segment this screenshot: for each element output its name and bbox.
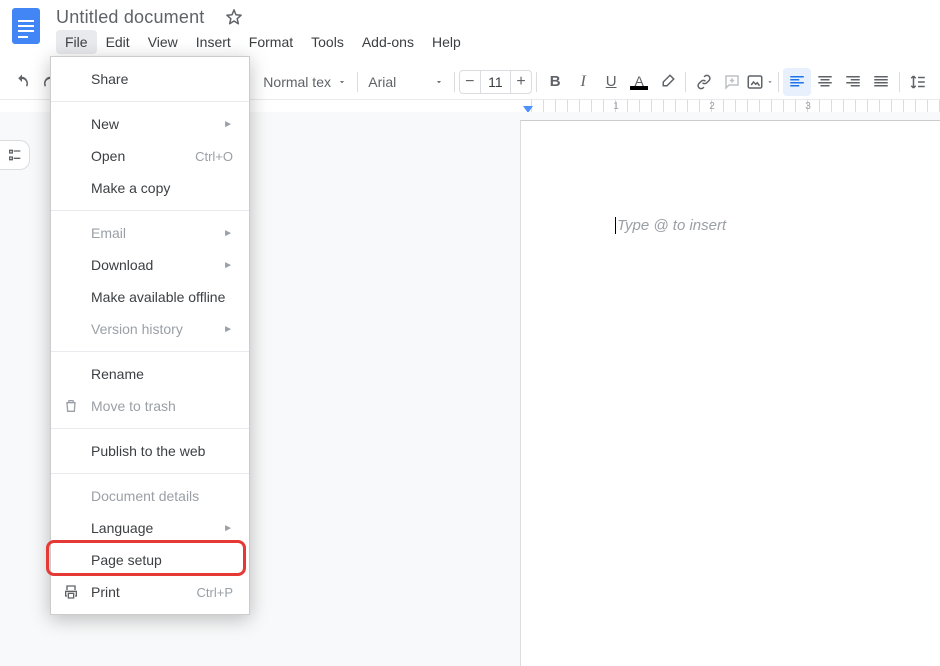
ruler-number: 1 bbox=[613, 101, 619, 112]
paragraph-style-dropdown[interactable]: Normal text bbox=[257, 68, 353, 96]
submenu-arrow-icon: ► bbox=[223, 324, 233, 335]
menu-view[interactable]: View bbox=[139, 30, 187, 54]
submenu-arrow-icon: ► bbox=[223, 260, 233, 271]
outline-icon bbox=[7, 147, 23, 163]
submenu-arrow-icon: ► bbox=[223, 119, 233, 130]
ruler-number: 2 bbox=[709, 101, 715, 112]
align-center-button[interactable] bbox=[811, 68, 839, 96]
menu-separator bbox=[51, 351, 249, 352]
chevron-down-icon bbox=[434, 77, 444, 87]
menu-item-shortcut: Ctrl+P bbox=[197, 585, 233, 600]
menu-separator bbox=[51, 473, 249, 474]
italic-button[interactable]: I bbox=[569, 68, 597, 96]
file-menu-item-version-history: Version history ► bbox=[51, 313, 249, 345]
chevron-down-icon bbox=[337, 77, 347, 87]
font-size-control: − 11 + bbox=[459, 70, 533, 94]
menu-edit[interactable]: Edit bbox=[97, 30, 139, 54]
menu-item-label: Make available offline bbox=[91, 289, 225, 305]
menu-tools[interactable]: Tools bbox=[302, 30, 353, 54]
file-menu-item-share[interactable]: Share bbox=[51, 63, 249, 95]
submenu-arrow-icon: ► bbox=[223, 523, 233, 534]
menu-item-label: Rename bbox=[91, 366, 144, 382]
font-size-value[interactable]: 11 bbox=[481, 74, 510, 90]
undo-icon[interactable] bbox=[8, 68, 36, 96]
underline-button[interactable]: U bbox=[597, 68, 625, 96]
file-menu-item-rename[interactable]: Rename bbox=[51, 358, 249, 390]
menu-item-label: Publish to the web bbox=[91, 443, 205, 459]
menu-item-label: Open bbox=[91, 148, 125, 164]
align-justify-button[interactable] bbox=[867, 68, 895, 96]
outline-side-tab[interactable] bbox=[0, 140, 30, 170]
menu-item-label: Language bbox=[91, 520, 153, 536]
align-left-button[interactable] bbox=[783, 68, 811, 96]
file-menu-item-document-details: Document details bbox=[51, 480, 249, 512]
print-icon bbox=[63, 584, 79, 600]
file-menu-item-language[interactable]: Language ► bbox=[51, 512, 249, 544]
menu-item-label: Page setup bbox=[91, 552, 162, 568]
menu-item-label: Share bbox=[91, 71, 128, 87]
menu-file[interactable]: File bbox=[56, 30, 97, 54]
submenu-arrow-icon: ► bbox=[223, 228, 233, 239]
text-color-button[interactable]: A bbox=[625, 68, 653, 96]
align-right-button[interactable] bbox=[839, 68, 867, 96]
file-menu-item-email: Email ► bbox=[51, 217, 249, 249]
menu-item-label: Move to trash bbox=[91, 398, 176, 414]
menu-separator bbox=[51, 101, 249, 102]
star-icon[interactable] bbox=[220, 3, 248, 31]
insert-image-button[interactable] bbox=[746, 68, 774, 96]
file-menu-item-make-a-copy[interactable]: Make a copy bbox=[51, 172, 249, 204]
document-title[interactable]: Untitled document bbox=[56, 7, 204, 28]
trash-icon bbox=[63, 398, 79, 414]
file-menu-item-move-to-trash: Move to trash bbox=[51, 390, 249, 422]
menu-addons[interactable]: Add-ons bbox=[353, 30, 423, 54]
document-page[interactable]: Type @ to insert bbox=[520, 120, 940, 666]
menu-item-label: Email bbox=[91, 225, 126, 241]
font-family-label: Arial bbox=[368, 74, 396, 90]
bold-button[interactable]: B bbox=[541, 68, 569, 96]
menubar: File Edit View Insert Format Tools Add-o… bbox=[0, 28, 940, 56]
file-menu-item-page-setup[interactable]: Page setup bbox=[51, 544, 249, 576]
menu-item-label: Make a copy bbox=[91, 180, 170, 196]
highlight-color-button[interactable] bbox=[653, 68, 681, 96]
menu-separator bbox=[51, 210, 249, 211]
file-menu-item-new[interactable]: New ► bbox=[51, 108, 249, 140]
menu-help[interactable]: Help bbox=[423, 30, 470, 54]
add-comment-button[interactable] bbox=[718, 68, 746, 96]
file-menu-item-make-available-offline[interactable]: Make available offline bbox=[51, 281, 249, 313]
menu-insert[interactable]: Insert bbox=[187, 30, 240, 54]
menu-item-label: Print bbox=[91, 584, 120, 600]
menu-separator bbox=[51, 428, 249, 429]
font-family-dropdown[interactable]: Arial bbox=[362, 68, 449, 96]
file-menu-item-print[interactable]: Print Ctrl+P bbox=[51, 576, 249, 608]
menu-item-label: New bbox=[91, 116, 119, 132]
menu-format[interactable]: Format bbox=[240, 30, 302, 54]
file-menu-item-open[interactable]: Open Ctrl+O bbox=[51, 140, 249, 172]
font-size-increase[interactable]: + bbox=[510, 71, 531, 93]
title-bar: Untitled document bbox=[0, 0, 940, 28]
menu-item-label: Download bbox=[91, 257, 153, 273]
paragraph-style-label: Normal text bbox=[263, 74, 331, 90]
line-spacing-button[interactable] bbox=[904, 68, 932, 96]
file-menu-dropdown: ShareNew►OpenCtrl+OMake a copyEmail►Down… bbox=[50, 56, 250, 615]
menu-item-label: Document details bbox=[91, 488, 199, 504]
ruler-number: 3 bbox=[805, 101, 811, 112]
menu-item-shortcut: Ctrl+O bbox=[195, 149, 233, 164]
file-menu-item-publish-to-the-web[interactable]: Publish to the web bbox=[51, 435, 249, 467]
menu-item-label: Version history bbox=[91, 321, 183, 337]
placeholder-text: Type @ to insert bbox=[615, 217, 726, 234]
file-menu-item-download[interactable]: Download ► bbox=[51, 249, 249, 281]
insert-link-button[interactable] bbox=[690, 68, 718, 96]
font-size-decrease[interactable]: − bbox=[460, 71, 481, 93]
chevron-down-icon bbox=[766, 78, 774, 86]
